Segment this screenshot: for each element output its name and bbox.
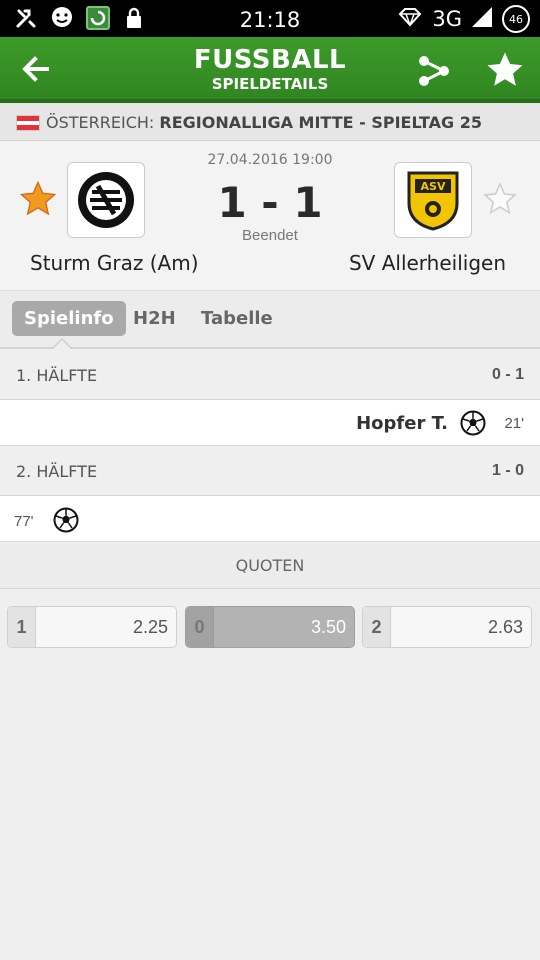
odds-value: 3.50 bbox=[310, 617, 346, 637]
league-name: REGIONALLIGA MITTE - SPIELTAG 25 bbox=[159, 113, 483, 132]
sv-allerheiligen-logo-icon: ASV bbox=[407, 171, 459, 231]
half-score: 1 - 0 bbox=[491, 462, 524, 479]
flag-stripe-bottom bbox=[17, 125, 39, 130]
odds-section-title: QUOTEN bbox=[0, 543, 540, 589]
event-row: 77' bbox=[0, 496, 540, 542]
league-country: ÖSTERREICH: bbox=[46, 113, 155, 132]
page-title: FUSSBALL bbox=[193, 45, 347, 75]
half-label: 2. HÄLFTE bbox=[16, 462, 98, 481]
away-logo-text: ASV bbox=[421, 180, 446, 193]
star-icon bbox=[487, 52, 523, 86]
goal-ball-icon bbox=[53, 507, 79, 533]
league-bar[interactable]: ÖSTERREICH: REGIONALLIGA MITTE - SPIELTA… bbox=[0, 103, 540, 141]
network-type: 3G bbox=[432, 7, 462, 31]
austria-flag-icon bbox=[16, 115, 40, 131]
event-minute: 21' bbox=[504, 415, 524, 432]
odds-label: 2 bbox=[363, 607, 391, 647]
star-outline-icon bbox=[483, 182, 517, 215]
odds-label: 0 bbox=[186, 607, 214, 647]
diamond-icon bbox=[398, 7, 422, 31]
half-header-second: 2. HÄLFTE 1 - 0 bbox=[0, 446, 540, 496]
status-bar: 21:18 3G 46 bbox=[0, 0, 540, 37]
tab-h2h[interactable]: H2H bbox=[121, 301, 188, 336]
away-team-name[interactable]: SV Allerheiligen bbox=[349, 251, 506, 275]
signal-icon bbox=[472, 7, 492, 31]
event-player[interactable]: Hopfer T. bbox=[356, 413, 448, 434]
tab-bar: Spielinfo H2H Tabelle bbox=[0, 291, 540, 349]
away-favorite-toggle[interactable] bbox=[482, 181, 518, 217]
event-row: Hopfer T. 21' bbox=[0, 400, 540, 446]
tab-spielinfo[interactable]: Spielinfo bbox=[12, 301, 126, 336]
league-title: ÖSTERREICH: REGIONALLIGA MITTE - SPIELTA… bbox=[46, 113, 482, 132]
tab-tabelle[interactable]: Tabelle bbox=[189, 301, 285, 336]
half-score: 0 - 1 bbox=[491, 366, 524, 383]
half-header-first: 1. HÄLFTE 0 - 1 bbox=[0, 350, 540, 400]
battery-icon: 46 bbox=[502, 5, 530, 33]
odds-away-button[interactable]: 2 2.63 bbox=[362, 606, 532, 648]
page-subtitle: SPIELDETAILS bbox=[211, 75, 329, 93]
event-minute: 77' bbox=[14, 513, 34, 530]
odds-value: 2.25 bbox=[132, 617, 168, 637]
tab-indicator-caret bbox=[52, 337, 72, 349]
odds-label: 1 bbox=[8, 607, 36, 647]
share-button[interactable] bbox=[414, 51, 454, 91]
away-team-logo[interactable]: ASV bbox=[394, 162, 472, 238]
app-header: FUSSBALL SPIELDETAILS bbox=[0, 37, 540, 103]
share-icon bbox=[419, 56, 449, 86]
odds-home-button[interactable]: 1 2.25 bbox=[7, 606, 177, 648]
odds-draw-button[interactable]: 0 3.50 bbox=[185, 606, 355, 648]
match-summary: 27.04.2016 19:00 1 - 1 Beendet ASV Sturm… bbox=[0, 141, 540, 291]
goal-ball-icon bbox=[460, 410, 486, 436]
half-label: 1. HÄLFTE bbox=[16, 366, 98, 385]
favorite-button[interactable] bbox=[484, 49, 526, 91]
odds-value: 2.63 bbox=[487, 617, 523, 637]
home-team-name[interactable]: Sturm Graz (Am) bbox=[30, 251, 199, 275]
